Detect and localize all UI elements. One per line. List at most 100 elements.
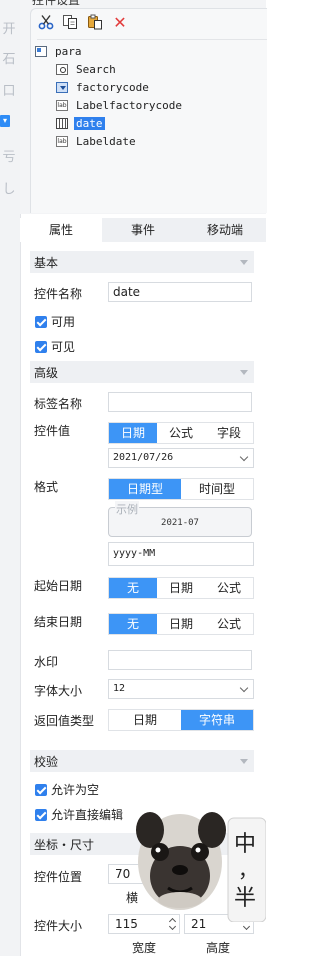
checkbox-label: 可用 — [51, 315, 76, 329]
strip-icon-4[interactable]: 亏 — [2, 146, 16, 165]
ime-punct[interactable]: ， — [238, 854, 258, 883]
start-none[interactable]: 无 — [109, 578, 157, 598]
return-type-label: 返回值类型 — [34, 714, 95, 728]
value-label: 控件值 — [34, 424, 71, 438]
property-tabs: 属性 事件 移动端 — [20, 218, 266, 242]
collapse-icon[interactable] — [240, 759, 248, 764]
checkbox-label: 可见 — [51, 340, 76, 354]
return-type-segment: 日期 字符串 — [108, 709, 254, 731]
section-basic[interactable]: 基本 — [30, 251, 254, 273]
format-type-date[interactable]: 日期型 — [109, 479, 181, 499]
node-label: Search — [76, 62, 116, 76]
format-type-time[interactable]: 时间型 — [181, 479, 253, 499]
node-label: para — [55, 44, 82, 58]
value-date-text: 2021/07/26 — [113, 452, 174, 463]
widget-tree-panel: 控件设置 ✕ para Search factorycode lab Label… — [20, 0, 267, 214]
example-caption: 示例 — [115, 501, 139, 517]
cut-icon[interactable] — [37, 13, 55, 31]
watermark-input[interactable] — [108, 650, 252, 670]
value-date-select[interactable]: 2021/07/26 — [108, 448, 254, 468]
decrement-icon[interactable] — [241, 924, 251, 932]
start-date-label: 起始日期 — [34, 579, 83, 593]
example-value: 2021-07 — [161, 518, 199, 528]
label-icon: lab — [56, 99, 68, 111]
strip-icon-3[interactable]: 口 — [2, 80, 16, 99]
return-type-string[interactable]: 字符串 — [181, 710, 253, 730]
start-date[interactable]: 日期 — [157, 578, 205, 598]
font-size-value: 12 — [113, 683, 126, 694]
tag-name-input[interactable] — [108, 392, 252, 412]
name-input[interactable]: date — [108, 282, 252, 302]
tree-node-search[interactable]: Search — [56, 61, 118, 77]
node-label: Labelfactorycode — [76, 98, 182, 112]
node-label: Labeldate — [76, 134, 136, 148]
decrement-icon[interactable] — [167, 924, 177, 932]
section-title: 基本 — [34, 255, 59, 270]
format-input[interactable]: yyyy-MM — [108, 542, 254, 566]
strip-icon-2[interactable]: 石 — [2, 48, 16, 67]
copy-icon[interactable] — [61, 13, 79, 31]
ime-width-half[interactable]: 半 — [234, 880, 256, 912]
delete-icon[interactable]: ✕ — [111, 13, 129, 32]
tree-node-para[interactable]: para — [35, 43, 84, 59]
end-date-label: 结束日期 — [34, 615, 83, 629]
search-icon — [56, 63, 68, 75]
start-date-segment: 无 日期 公式 — [108, 577, 254, 599]
value-type-formula[interactable]: 公式 — [157, 423, 205, 443]
tree-node-labeldate[interactable]: lab Labeldate — [56, 133, 138, 149]
chevron-down-icon[interactable] — [235, 680, 253, 698]
tab-mobile[interactable]: 移动端 — [184, 218, 266, 242]
section-title: 校验 — [34, 754, 59, 769]
node-label: factorycode — [76, 80, 149, 94]
tree-divider — [37, 39, 267, 40]
value-type-date[interactable]: 日期 — [109, 423, 157, 443]
strip-icon-1[interactable]: 开 — [2, 18, 16, 37]
watermark-label: 水印 — [34, 655, 59, 669]
end-none[interactable]: 无 — [109, 614, 157, 634]
tree-node-date[interactable]: date — [56, 115, 105, 131]
collapse-icon[interactable] — [240, 260, 248, 265]
chevron-down-icon[interactable] — [235, 449, 253, 467]
size-label: 控件大小 — [34, 919, 83, 933]
node-label: date — [74, 116, 105, 130]
checkbox-checked-icon — [35, 340, 47, 353]
strip-icon-selected[interactable]: ▾ — [0, 115, 10, 127]
section-title: 坐标・尺寸 — [34, 837, 95, 852]
return-type-date[interactable]: 日期 — [109, 710, 181, 730]
tree-node-factorycode[interactable]: factorycode — [56, 79, 151, 95]
paste-icon[interactable] — [86, 13, 104, 31]
value-type-field[interactable]: 字段 — [205, 423, 253, 443]
section-advanced[interactable]: 高级 — [30, 361, 254, 383]
visible-checkbox[interactable]: 可见 — [35, 338, 75, 355]
tree-node-labelfactorycode[interactable]: lab Labelfactorycode — [56, 97, 184, 113]
enabled-checkbox[interactable]: 可用 — [35, 313, 75, 330]
format-example: 示例 2021-07 — [108, 501, 252, 537]
allow-edit-checkbox[interactable]: 允许直接编辑 — [35, 806, 123, 823]
end-date-segment: 无 日期 公式 — [108, 613, 254, 635]
checkbox-checked-icon — [35, 315, 47, 328]
checkbox-checked-icon — [35, 783, 47, 796]
font-size-select[interactable]: 12 — [108, 679, 254, 699]
end-date[interactable]: 日期 — [157, 614, 205, 634]
checkbox-label: 允许直接编辑 — [51, 808, 124, 822]
end-formula[interactable]: 公式 — [205, 614, 253, 634]
name-label: 控件名称 — [34, 287, 83, 301]
tab-properties[interactable]: 属性 — [20, 218, 102, 242]
left-strip: 开 石 口 ▾ 亏 し — [0, 0, 21, 956]
checkbox-checked-icon — [35, 808, 47, 821]
value-type-segment: 日期 公式 字段 — [108, 422, 254, 444]
allow-empty-checkbox[interactable]: 允许为空 — [35, 781, 99, 798]
start-formula[interactable]: 公式 — [205, 578, 253, 598]
collapse-icon[interactable] — [240, 370, 248, 375]
widget-tree: ✕ para Search factorycode lab Labelfacto… — [30, 8, 267, 213]
form-icon — [35, 45, 47, 57]
label-icon: lab — [56, 135, 68, 147]
position-label: 控件位置 — [34, 870, 83, 884]
strip-icon-5[interactable]: し — [2, 178, 16, 197]
font-size-label: 字体大小 — [34, 684, 83, 698]
tab-events[interactable]: 事件 — [102, 218, 184, 242]
mascot-ime-widget[interactable]: 中 ， 半 — [130, 796, 267, 923]
height-caption: 高度 — [206, 941, 231, 955]
checkbox-label: 允许为空 — [51, 783, 100, 797]
section-validation[interactable]: 校验 — [30, 750, 254, 772]
